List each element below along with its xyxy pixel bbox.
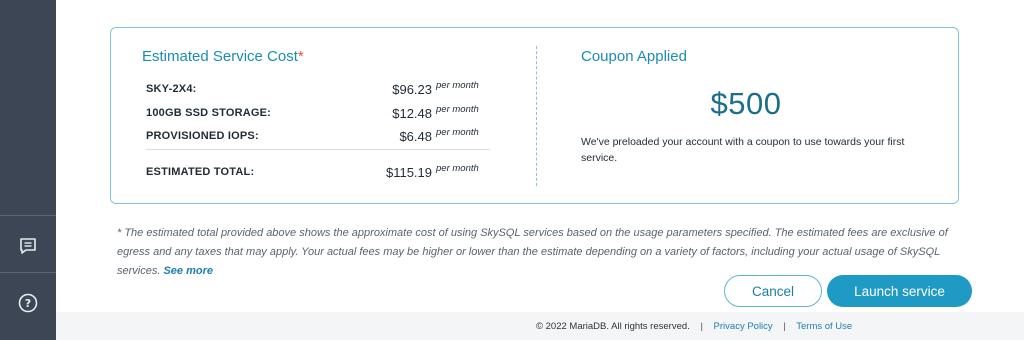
total-divider bbox=[146, 149, 490, 150]
footer-separator: | bbox=[783, 321, 786, 332]
sidebar-divider bbox=[0, 215, 56, 216]
footer-separator: | bbox=[700, 321, 703, 332]
cost-row: 100GB SSD STORAGE: $12.48 per month bbox=[146, 104, 490, 124]
sidebar: ? bbox=[0, 0, 56, 340]
total-amount: $115.19 bbox=[385, 165, 432, 180]
cost-row-period: per month bbox=[436, 104, 479, 115]
disclaimer: * The estimated total provided above sho… bbox=[117, 224, 957, 281]
cost-row-label: SKY-2X4: bbox=[146, 83, 197, 95]
cost-row-amount: $12.48 bbox=[392, 106, 432, 121]
help-button[interactable]: ? bbox=[15, 290, 41, 316]
launch-service-button[interactable]: Launch service bbox=[827, 275, 972, 307]
copyright: © 2022 MariaDB. All rights reserved. bbox=[536, 321, 690, 332]
asterisk: * bbox=[297, 48, 304, 65]
cost-row-label: 100GB SSD STORAGE: bbox=[146, 107, 272, 119]
coupon-title: Coupon Applied bbox=[581, 48, 687, 65]
card-divider bbox=[536, 46, 537, 186]
chat-button[interactable] bbox=[15, 233, 41, 259]
total-row: ESTIMATED TOTAL: $115.19 per month bbox=[146, 163, 490, 183]
terms-of-use-link[interactable]: Terms of Use bbox=[796, 321, 852, 332]
total-label: ESTIMATED TOTAL: bbox=[146, 166, 255, 178]
total-period: per month bbox=[436, 163, 479, 174]
see-more-link[interactable]: See more bbox=[163, 265, 213, 277]
footer: © 2022 MariaDB. All rights reserved. | P… bbox=[536, 321, 852, 332]
help-icon: ? bbox=[18, 293, 38, 313]
disclaimer-text: * The estimated total provided above sho… bbox=[117, 227, 948, 277]
cost-row: PROVISIONED IOPS: $6.48 per month bbox=[146, 127, 490, 147]
cost-row-label: PROVISIONED IOPS: bbox=[146, 130, 259, 142]
sidebar-divider bbox=[0, 272, 56, 273]
cancel-button[interactable]: Cancel bbox=[724, 275, 822, 307]
estimate-title: Estimated Service Cost* bbox=[142, 48, 304, 65]
chat-icon bbox=[20, 238, 36, 254]
coupon-amount: $500 bbox=[710, 86, 782, 121]
cost-row-period: per month bbox=[436, 127, 479, 138]
privacy-policy-link[interactable]: Privacy Policy bbox=[714, 321, 773, 332]
svg-text:?: ? bbox=[25, 297, 31, 310]
cost-summary-card: Estimated Service Cost* SKY-2X4: $96.23 … bbox=[110, 27, 959, 204]
cost-row-period: per month bbox=[436, 80, 479, 91]
cost-row: SKY-2X4: $96.23 per month bbox=[146, 80, 490, 100]
coupon-description: We've preloaded your account with a coup… bbox=[581, 136, 905, 164]
cost-row-amount: $96.23 bbox=[392, 82, 432, 97]
cost-row-amount: $6.48 bbox=[399, 129, 432, 144]
